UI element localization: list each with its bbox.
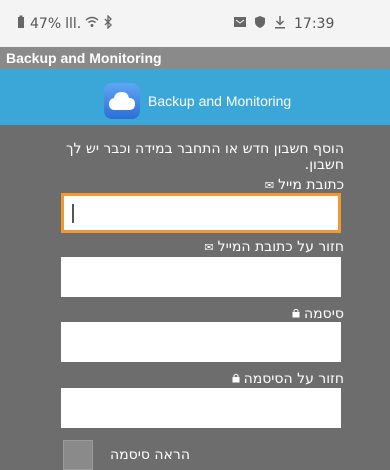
confirm-password-label: חזור על הסיסמה: [232, 371, 344, 387]
battery-percent: 47%: [30, 16, 62, 32]
status-right: 17:39: [234, 15, 334, 33]
envelope-icon: ✉: [264, 178, 275, 192]
confirm-password-field[interactable]: [61, 388, 341, 428]
app-bar: Backup and Monitoring: [0, 47, 390, 69]
signal-strength: lll.: [65, 16, 82, 32]
banner-content: Backup and Monitoring: [104, 83, 291, 119]
email-label-text: כתובת מייל: [278, 177, 344, 193]
confirm-email-label: חזור על כתובת המייל ✉: [204, 239, 344, 255]
lock-icon: [292, 308, 300, 321]
app-bar-title: Backup and Monitoring: [6, 50, 162, 66]
message-icon: [234, 16, 246, 32]
shield-icon: [254, 16, 266, 32]
battery-icon: [16, 15, 26, 33]
cloud-icon: [104, 83, 140, 119]
password-field[interactable]: [61, 322, 341, 362]
password-label: סיסמה: [292, 306, 344, 322]
clock: 17:39: [294, 16, 335, 32]
password-label-text: סיסמה: [304, 306, 344, 322]
email-label: כתובת מייל ✉: [265, 177, 344, 193]
banner: Backup and Monitoring: [0, 69, 390, 125]
lock-icon: [232, 373, 240, 386]
confirm-email-label-text: חזור על כתובת המייל: [217, 239, 344, 255]
bluetooth-icon: [103, 14, 113, 33]
envelope-icon: ✉: [204, 240, 214, 254]
show-password-label: הראה סיסמה: [110, 447, 190, 463]
status-left: 47% lll.: [16, 14, 113, 33]
status-bar: 47% lll. 17:39: [0, 0, 390, 47]
email-field[interactable]: [61, 193, 341, 233]
show-password-checkbox[interactable]: [63, 440, 93, 470]
signup-form: הוסף חשבון חדש או התחבר במידה וכבר יש לך…: [0, 125, 390, 470]
banner-title: Backup and Monitoring: [148, 93, 292, 109]
wifi-icon: [85, 16, 99, 32]
intro-text: הוסף חשבון חדש או התחבר במידה וכבר יש לך…: [65, 141, 344, 173]
confirm-email-field[interactable]: [61, 257, 341, 297]
text-caret: [72, 204, 74, 223]
download-icon: [274, 15, 286, 33]
confirm-password-label-text: חזור על הסיסמה: [243, 371, 344, 387]
